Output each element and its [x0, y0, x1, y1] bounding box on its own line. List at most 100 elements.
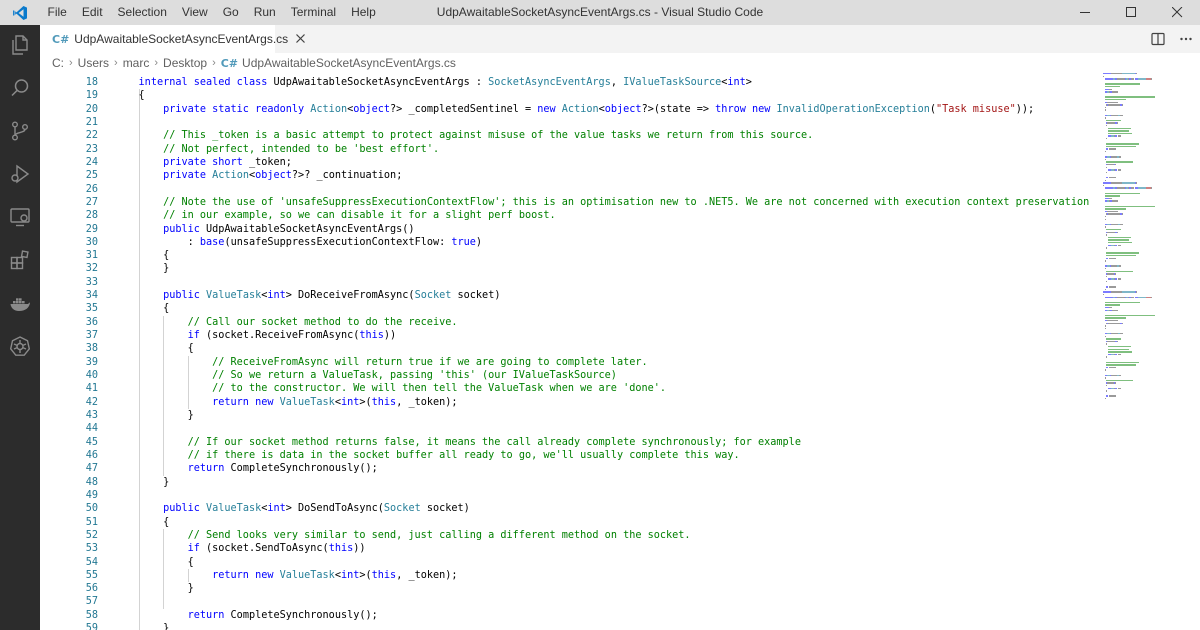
- csharp-file-icon: C#: [220, 56, 239, 70]
- extensions-icon[interactable]: [0, 240, 40, 280]
- minimap-line: [1115, 382, 1116, 384]
- menu-go[interactable]: Go: [215, 0, 246, 25]
- breadcrumb: C: › Users › marc › Desktop › C# UdpAwai…: [40, 53, 1200, 73]
- close-window-button[interactable]: [1154, 0, 1200, 25]
- minimap[interactable]: [1100, 73, 1200, 403]
- code-token: object: [255, 170, 292, 182]
- minimap-line: [1104, 86, 1120, 88]
- minimap-line: [1106, 364, 1136, 366]
- minimap-line: [1108, 322, 1121, 324]
- minimap-line: [1150, 78, 1152, 80]
- minimap-line: [1104, 78, 1113, 80]
- minimap-line: [1117, 169, 1121, 171]
- split-editor-button[interactable]: [1144, 25, 1172, 53]
- code-token: ?>(state =>: [641, 103, 716, 115]
- close-tab-button[interactable]: [296, 32, 306, 46]
- search-icon[interactable]: [0, 68, 40, 108]
- code-token: Action: [212, 170, 249, 182]
- minimap-line: [1137, 78, 1147, 80]
- minimap-line: [1106, 143, 1140, 145]
- code-line: 24 private short _token;: [40, 156, 1100, 169]
- minimap-line: [1111, 333, 1119, 335]
- minimap-line: [1106, 145, 1136, 148]
- code-token: CompleteSynchronously();: [230, 609, 378, 621]
- minimap-line: [1106, 252, 1140, 254]
- code-line: 45 // If our socket method returns false…: [40, 436, 1100, 449]
- code-token: ValueTask: [279, 396, 335, 408]
- code-token: ?> _completedSentinel =: [390, 103, 538, 115]
- breadcrumb-drive[interactable]: C:: [52, 56, 64, 70]
- line-number: 56: [85, 583, 98, 595]
- breadcrumb-file[interactable]: UdpAwaitableSocketAsyncEventArgs.cs: [242, 56, 456, 70]
- line-number: 28: [85, 210, 98, 222]
- menu-selection[interactable]: Selection: [110, 0, 174, 25]
- code-line: 40 // So we return a ValueTask, passing …: [40, 369, 1100, 382]
- line-number: 34: [85, 290, 98, 302]
- code-token: return: [187, 609, 231, 621]
- minimap-line: [1111, 91, 1118, 93]
- minimap-line: [1104, 187, 1113, 189]
- minimap-line: [1137, 187, 1147, 189]
- line-number: 46: [85, 449, 98, 461]
- minimap-line: [1104, 192, 1140, 194]
- menu-file[interactable]: File: [40, 0, 74, 25]
- explorer-icon[interactable]: [0, 25, 40, 65]
- tab-udpawaitable-cs[interactable]: C# UdpAwaitableSocketAsyncEventArgs.cs: [40, 25, 306, 53]
- line-number: 43: [85, 410, 98, 421]
- code-token: if: [187, 330, 207, 342]
- breadcrumb-desktop[interactable]: Desktop: [163, 56, 207, 70]
- code-text: // if there is data in the socket buffer…: [114, 449, 740, 462]
- menu-terminal[interactable]: Terminal: [283, 0, 343, 25]
- breadcrumb-marc[interactable]: marc: [123, 56, 150, 70]
- line-number: 25: [85, 170, 98, 182]
- code-line: 18 internal sealed class UdpAwaitableSoc…: [40, 76, 1100, 89]
- menu-help[interactable]: Help: [344, 0, 384, 25]
- code-text: {: [114, 556, 194, 569]
- code-token: // Note the use of 'unsafeSuppressExecut…: [163, 196, 1090, 208]
- vertical-scrollbar[interactable]: [1188, 73, 1200, 630]
- code-line: 19 {: [40, 89, 1100, 102]
- code-token: (unsafeSuppressExecutionContextFlow:: [224, 236, 452, 248]
- code-text: public ValueTask<int> DoSendToAsync(Sock…: [114, 502, 470, 515]
- line-number: 22: [85, 130, 98, 142]
- code-text: {: [114, 516, 169, 529]
- remote-explorer-icon[interactable]: [0, 197, 40, 237]
- minimap-line: [1150, 187, 1152, 189]
- minimap-line: [1104, 195, 1120, 197]
- code-token: this: [371, 396, 397, 408]
- minimap-line: [1120, 223, 1123, 226]
- code-text: }: [114, 476, 169, 489]
- menu-edit[interactable]: Edit: [74, 0, 110, 25]
- run-debug-icon[interactable]: [0, 154, 40, 194]
- minimize-button[interactable]: [1062, 0, 1108, 25]
- code-token: UdpAwaitableSocketAsyncEventArgs :: [273, 77, 489, 88]
- maximize-button[interactable]: [1108, 0, 1154, 25]
- close-icon: [1171, 7, 1182, 18]
- code-editor[interactable]: 18 internal sealed class UdpAwaitableSoc…: [40, 73, 1100, 630]
- minimap-line: [1109, 88, 1112, 90]
- code-token: int: [727, 77, 746, 88]
- breadcrumb-users[interactable]: Users: [78, 56, 109, 70]
- code-token: )): [383, 330, 397, 342]
- line-number: 40: [85, 370, 98, 382]
- code-token: >(: [359, 396, 372, 408]
- split-editor-icon: [1151, 32, 1165, 46]
- minimap-line: [1107, 239, 1130, 241]
- minimap-line: [1110, 291, 1123, 293]
- code-token: ValueTask: [279, 569, 335, 581]
- minimap-line: [1120, 333, 1123, 335]
- vscode-logo-icon[interactable]: [0, 0, 40, 25]
- menu-view[interactable]: View: [174, 0, 215, 25]
- docker-icon[interactable]: [0, 283, 40, 323]
- minimap-line: [1117, 296, 1125, 298]
- csharp-file-icon: C#: [52, 32, 70, 46]
- line-number: 21: [85, 116, 98, 128]
- code-token: public: [163, 223, 207, 235]
- source-control-icon[interactable]: [0, 111, 40, 151]
- menu-run[interactable]: Run: [246, 0, 283, 25]
- more-actions-button[interactable]: [1172, 25, 1200, 53]
- editor-actions: [1144, 25, 1200, 53]
- code-line: 54 {: [40, 556, 1100, 569]
- kubernetes-icon[interactable]: [0, 326, 40, 366]
- minimap-line: [1104, 317, 1126, 319]
